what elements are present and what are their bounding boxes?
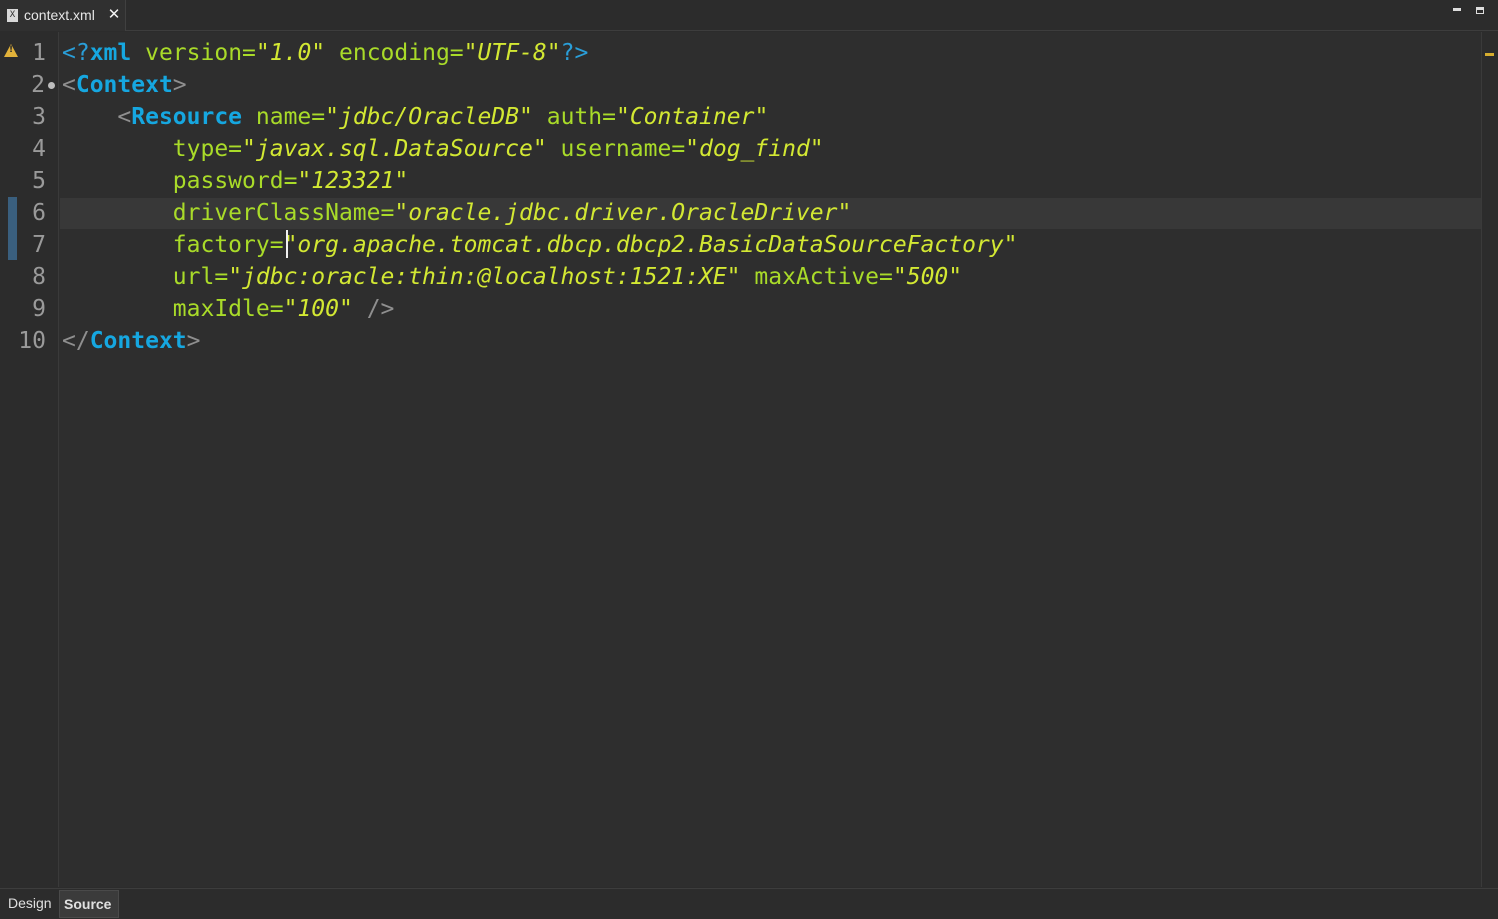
attr-equals: = [283, 168, 298, 194]
attr-value: "Container" [615, 104, 769, 130]
line-number: 9 [32, 296, 46, 322]
xml-source-editor[interactable]: 1 2 3 4 5 6 7 8 9 10 <?xml version="1.0"… [0, 32, 1498, 887]
line-number: 7 [32, 232, 46, 258]
code-line-2[interactable]: <Context> [62, 69, 187, 101]
code-line-4[interactable]: type="javax.sql.DataSource" username="do… [62, 133, 824, 165]
attr-name: auth [546, 104, 603, 130]
attr-name: maxIdle [172, 296, 270, 322]
line-number: 8 [32, 264, 46, 290]
tag-name: Context [89, 328, 187, 354]
close-icon[interactable]: ✕ [107, 5, 121, 23]
line-number: 5 [32, 168, 46, 194]
attr-name: url [172, 264, 215, 290]
warning-marker[interactable] [1485, 53, 1494, 56]
tag-bracket: </ [62, 328, 90, 354]
attr-equals: = [380, 200, 395, 226]
attr-equals: = [671, 136, 686, 162]
tab-design[interactable]: Design [4, 890, 60, 918]
tab-label: context.xml [24, 7, 95, 23]
attr-value: "UTF-8" [463, 40, 561, 66]
code-line-5[interactable]: password="123321" [62, 165, 408, 197]
attr-equals: = [228, 136, 243, 162]
xml-pi-close: ?> [560, 40, 589, 66]
code-line-3[interactable]: <Resource name="jdbc/OracleDB" auth="Con… [62, 101, 768, 133]
tag-bracket: > [186, 328, 201, 354]
attr-name: encoding [339, 40, 450, 66]
text-caret [286, 230, 288, 258]
attr-value: "org.apache.tomcat.dbcp.dbcp2.BasicDataS… [283, 232, 1018, 258]
line-number: 1 [32, 40, 46, 66]
attr-name: maxActive [754, 264, 880, 290]
attr-equals: = [879, 264, 893, 290]
code-line-8[interactable]: url="jdbc:oracle:thin:@localhost:1521:XE… [62, 261, 962, 293]
code-area[interactable]: <?xml version="1.0" encoding="UTF-8"?> <… [60, 32, 1481, 887]
attr-equals: = [269, 296, 284, 322]
attr-equals: = [269, 232, 284, 258]
tag-name: Resource [131, 104, 243, 130]
attr-equals: = [311, 104, 326, 130]
attr-name: username [560, 136, 672, 162]
attr-equals: = [242, 40, 256, 66]
attr-equals: = [602, 104, 616, 130]
attr-name: driverClassName [172, 200, 381, 226]
minimize-icon[interactable] [1451, 3, 1465, 17]
code-line-10[interactable]: </Context> [62, 325, 201, 357]
editor-tab-context-xml[interactable]: X context.xml ✕ [0, 0, 126, 31]
line-number: 10 [18, 328, 46, 354]
attr-value: "javax.sql.DataSource" [242, 136, 547, 162]
maximize-icon[interactable] [1474, 3, 1488, 17]
editor-tab-bar: X context.xml ✕ [0, 0, 1498, 31]
line-number-gutter: 1 2 3 4 5 6 7 8 9 10 [0, 32, 59, 887]
attr-name: version [145, 40, 243, 66]
attr-value: "123321" [297, 168, 409, 194]
attr-value: "jdbc/OracleDB" [325, 104, 533, 130]
attr-name: name [255, 104, 312, 130]
attr-name: factory [172, 232, 270, 258]
attr-value: "jdbc:oracle:thin:@localhost:1521:XE" [228, 264, 741, 290]
attr-equals: = [449, 40, 464, 66]
line-number: 2 [31, 72, 45, 98]
xml-file-icon: X [7, 9, 18, 22]
tab-source[interactable]: Source [59, 890, 119, 918]
attr-value: "500" [892, 264, 963, 290]
attr-equals: = [214, 264, 229, 290]
tag-bracket: > [172, 72, 187, 98]
attr-name: password [172, 168, 284, 194]
tag-bracket: < [117, 104, 132, 130]
fold-collapse-icon[interactable] [48, 82, 55, 89]
code-line-7[interactable]: factory="org.apache.tomcat.dbcp.dbcp2.Ba… [62, 229, 1018, 261]
line-number: 6 [32, 200, 46, 226]
code-line-1[interactable]: <?xml version="1.0" encoding="UTF-8"?> [62, 37, 588, 69]
tag-bracket: < [62, 72, 76, 98]
attr-value: "1.0" [255, 40, 326, 66]
line-number: 4 [32, 136, 46, 162]
attr-value: "100" [283, 296, 353, 322]
attr-value: "dog_find" [685, 136, 824, 162]
tag-self-close: /> [366, 296, 395, 322]
attr-name: type [172, 136, 229, 162]
attr-value: "oracle.jdbc.driver.OracleDriver" [394, 200, 852, 226]
overview-ruler[interactable] [1481, 32, 1498, 887]
line-number: 3 [32, 104, 46, 130]
xml-pi-open: <? [62, 40, 90, 66]
tag-name: Context [75, 72, 173, 98]
editor-mode-tabs: Design Source [0, 888, 1498, 919]
xml-decl-name: xml [89, 40, 132, 66]
code-line-9[interactable]: maxIdle="100" /> [62, 293, 395, 325]
code-line-6[interactable]: driverClassName="oracle.jdbc.driver.Orac… [62, 197, 852, 229]
